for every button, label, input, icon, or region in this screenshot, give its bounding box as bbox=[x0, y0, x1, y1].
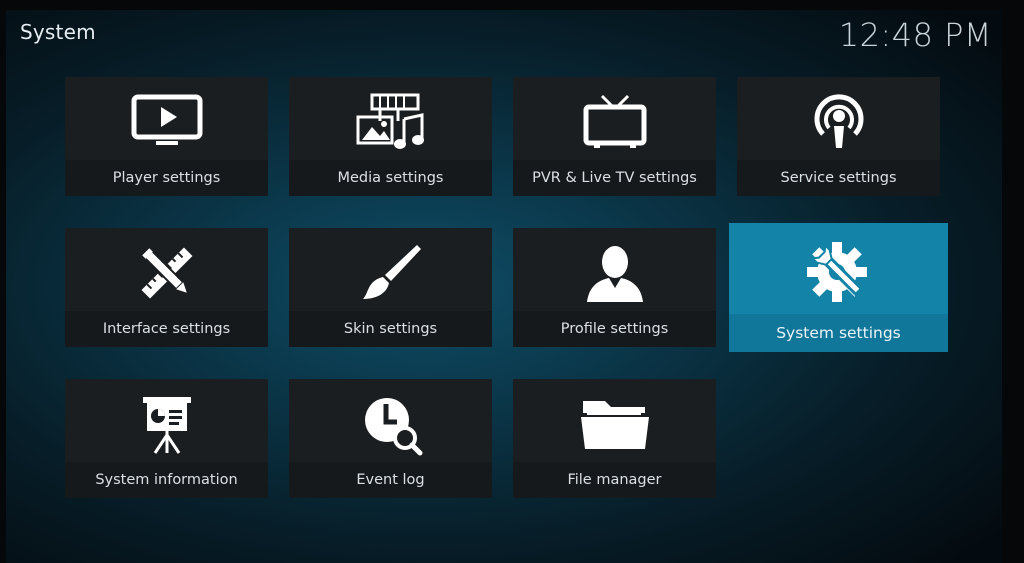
tile-file-manager[interactable]: File manager bbox=[513, 379, 716, 498]
tile-system-information[interactable]: System information bbox=[65, 379, 268, 498]
tile-pvr-live-tv-settings[interactable]: PVR & Live TV settings bbox=[513, 77, 716, 196]
tile-interface-settings[interactable]: Interface settings bbox=[65, 228, 268, 347]
clock-search-icon bbox=[289, 389, 492, 459]
tile-event-log[interactable]: Event log bbox=[289, 379, 492, 498]
tile-media-settings[interactable]: Media settings bbox=[289, 77, 492, 196]
paintbrush-icon bbox=[289, 238, 492, 308]
clock: 12:48 PM bbox=[838, 16, 992, 54]
podcast-icon bbox=[737, 87, 940, 157]
tile-label: Profile settings bbox=[513, 311, 716, 347]
page-title: System bbox=[20, 20, 96, 44]
tile-label: Skin settings bbox=[289, 311, 492, 347]
tile-label: Interface settings bbox=[65, 311, 268, 347]
tile-label: System settings bbox=[729, 314, 948, 352]
media-icon bbox=[289, 87, 492, 157]
folder-icon bbox=[513, 389, 716, 459]
tile-label: PVR & Live TV settings bbox=[513, 160, 716, 196]
gear-wrench-icon bbox=[729, 235, 948, 309]
user-icon bbox=[513, 238, 716, 308]
tile-label: Service settings bbox=[737, 160, 940, 196]
kodi-screen: System 12:48 PM Player settings Media se… bbox=[0, 0, 1024, 563]
monitor-play-icon bbox=[65, 87, 268, 157]
presentation-board-icon bbox=[65, 389, 268, 459]
tile-label: Media settings bbox=[289, 160, 492, 196]
tile-label: Event log bbox=[289, 462, 492, 498]
tile-label: File manager bbox=[513, 462, 716, 498]
system-menu: System 12:48 PM Player settings Media se… bbox=[6, 10, 1002, 563]
tv-icon bbox=[513, 87, 716, 157]
tile-label: System information bbox=[65, 462, 268, 498]
tile-skin-settings[interactable]: Skin settings bbox=[289, 228, 492, 347]
tile-profile-settings[interactable]: Profile settings bbox=[513, 228, 716, 347]
tile-service-settings[interactable]: Service settings bbox=[737, 77, 940, 196]
tile-player-settings[interactable]: Player settings bbox=[65, 77, 268, 196]
tile-label: Player settings bbox=[65, 160, 268, 196]
tile-system-settings[interactable]: System settings bbox=[729, 223, 948, 352]
pencil-ruler-icon bbox=[65, 238, 268, 308]
